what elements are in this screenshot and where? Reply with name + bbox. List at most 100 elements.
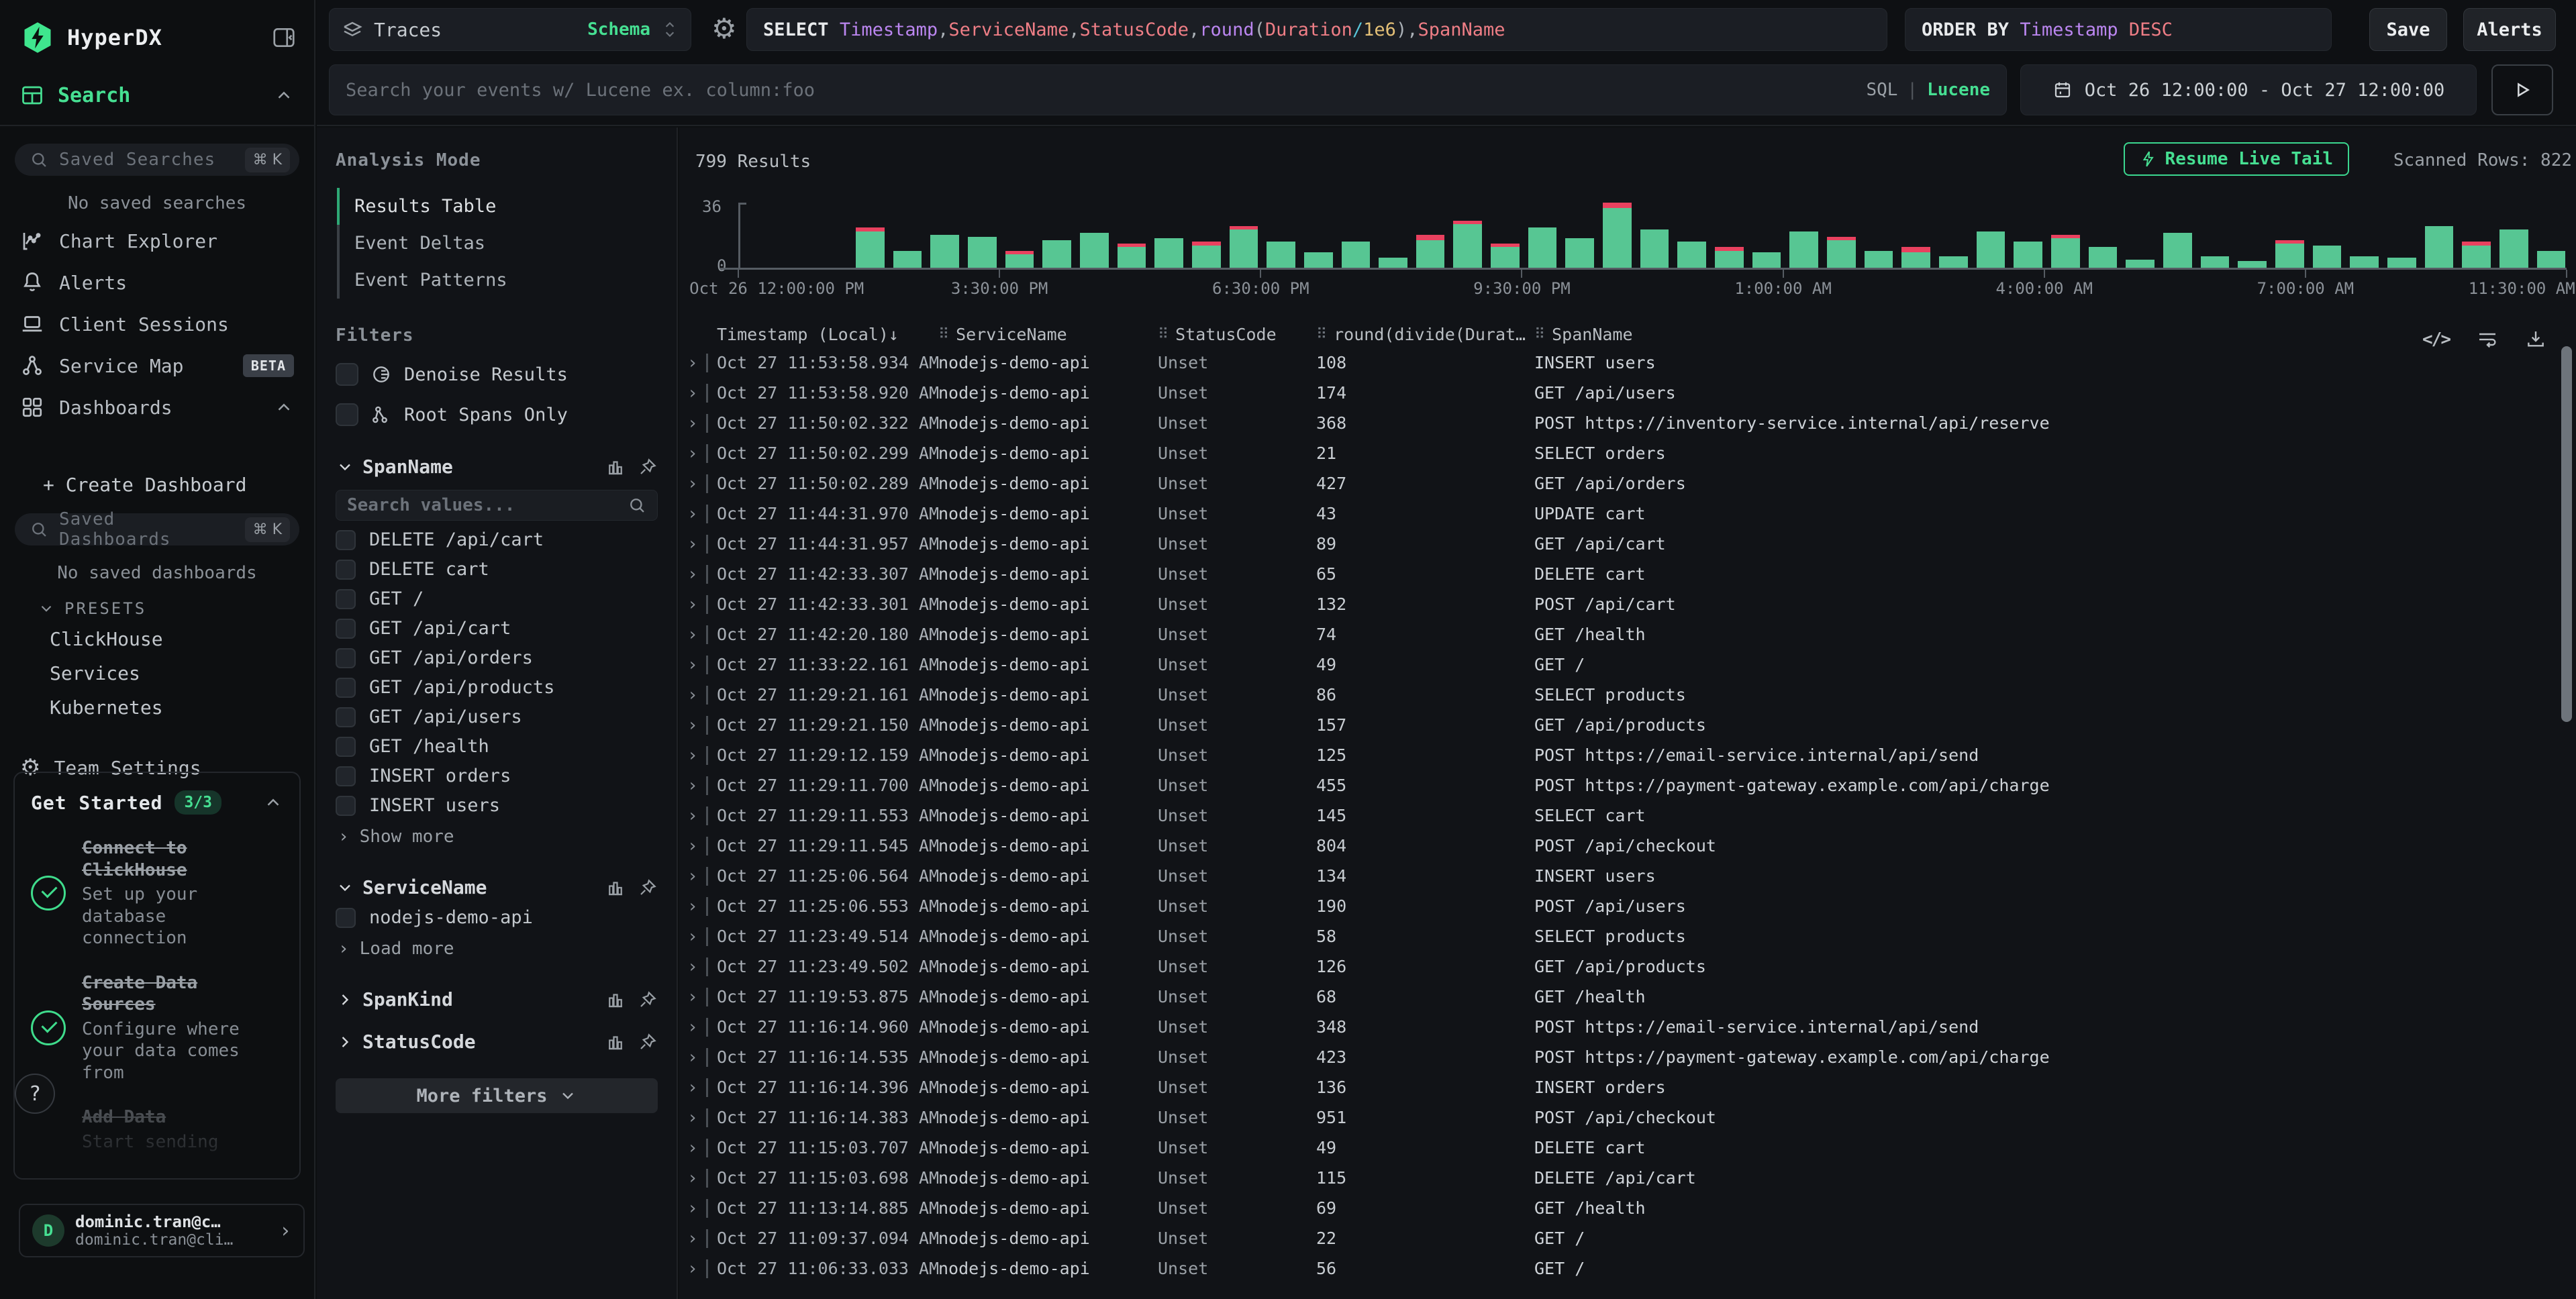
histogram-bar[interactable] [1715,247,1744,268]
filter-option[interactable]: GET /api/orders [336,647,658,668]
histogram-bar[interactable] [2014,242,2042,268]
table-row[interactable]: › Oct 27 11:50:02.322 AM nodejs-demo-api… [687,408,2556,438]
histogram-bar[interactable] [1042,240,1071,268]
expand-row-icon[interactable]: › [687,745,698,766]
histogram-bar[interactable] [1865,251,1893,268]
histogram-bar[interactable] [1827,237,1856,268]
sidebar-item-dashboards[interactable]: Dashboards [0,386,314,428]
chart-toggle-icon[interactable] [605,878,626,898]
histogram-bar[interactable] [1491,244,1520,268]
table-row[interactable]: › Oct 27 11:29:12.159 AM nodejs-demo-api… [687,740,2556,770]
expand-row-icon[interactable]: › [687,1017,698,1037]
expand-row-icon[interactable]: › [687,866,698,886]
table-row[interactable]: › Oct 27 11:15:03.698 AM nodejs-demo-api… [687,1163,2556,1193]
histogram-bar[interactable] [1640,229,1669,268]
histogram-bar[interactable] [1267,242,1295,268]
table-row[interactable]: › Oct 27 11:44:31.957 AM nodejs-demo-api… [687,529,2556,559]
table-row[interactable]: › Oct 27 11:29:11.553 AM nodejs-demo-api… [687,800,2556,831]
checkbox[interactable] [336,560,356,580]
histogram-bar[interactable] [930,235,959,268]
checkbox[interactable] [336,908,356,928]
drag-handle-icon[interactable]: ⠿ [938,326,949,343]
analysis-mode-event-patterns[interactable]: Event Patterns [337,262,658,299]
histogram-bar[interactable] [1977,231,2005,268]
checkbox[interactable] [336,530,356,550]
help-button[interactable]: ? [15,1074,55,1114]
histogram-bar[interactable] [2387,258,2416,268]
table-row[interactable]: › Oct 27 11:53:58.920 AM nodejs-demo-api… [687,378,2556,408]
expand-row-icon[interactable]: › [687,504,698,524]
expand-row-icon[interactable]: › [687,685,698,705]
table-row[interactable]: › Oct 27 11:25:06.553 AM nodejs-demo-api… [687,891,2556,921]
expand-row-icon[interactable]: › [687,1108,698,1128]
get-started-item[interactable]: Connect to ClickHouse Set up your databa… [31,837,283,949]
expand-row-icon[interactable]: › [687,353,698,373]
histogram-bar[interactable] [1603,203,1632,268]
expand-row-icon[interactable]: › [687,1047,698,1068]
sidebar-item-chart-explorer[interactable]: Chart Explorer [0,220,314,262]
filter-option[interactable]: INSERT users [336,795,658,816]
expand-row-icon[interactable]: › [687,474,698,494]
histogram-bar[interactable] [1752,252,1781,268]
pin-icon[interactable] [638,1032,658,1052]
expand-row-icon[interactable]: › [687,444,698,464]
expand-row-icon[interactable]: › [687,383,698,403]
show-more-link[interactable]: › Show more [336,827,658,847]
save-button[interactable]: Save [2369,8,2447,51]
expand-row-icon[interactable]: › [687,776,698,796]
create-dashboard-button[interactable]: + Create Dashboard [0,467,314,496]
more-filters-button[interactable]: More filters [336,1078,658,1113]
table-row[interactable]: › Oct 27 11:25:06.564 AM nodejs-demo-api… [687,861,2556,891]
table-row[interactable]: › Oct 27 11:29:21.150 AM nodejs-demo-api… [687,710,2556,740]
filter-option[interactable]: GET /api/cart [336,618,658,639]
events-histogram[interactable] [738,203,2567,268]
histogram-bar[interactable] [1453,221,1482,268]
histogram-bar[interactable] [1304,252,1333,268]
expand-row-icon[interactable]: › [687,625,698,645]
histogram-bar[interactable] [1342,242,1371,268]
filter-option[interactable]: nodejs-demo-api [336,907,658,928]
checkbox[interactable] [336,648,356,668]
filter-option[interactable]: INSERT orders [336,766,658,786]
table-row[interactable]: › Oct 27 11:33:22.161 AM nodejs-demo-api… [687,650,2556,680]
expand-row-icon[interactable]: › [687,1168,698,1188]
table-row[interactable]: › Oct 27 11:23:49.502 AM nodejs-demo-api… [687,951,2556,982]
root-spans-toggle[interactable]: Root Spans Only [336,403,658,426]
gear-icon[interactable]: ⚙ [711,12,737,45]
checkbox[interactable] [336,589,356,609]
expand-row-icon[interactable]: › [687,594,698,615]
order-by-input[interactable]: ORDER BY Timestamp DESC [1905,8,2332,51]
histogram-bar[interactable] [2089,247,2118,268]
load-more-link[interactable]: › Load more [336,939,658,959]
expand-row-icon[interactable]: › [687,1229,698,1249]
histogram-bar[interactable] [1416,235,1445,268]
histogram-bar[interactable] [2537,251,2566,268]
checkbox[interactable] [336,619,356,639]
chart-toggle-icon[interactable] [605,990,626,1010]
table-row[interactable]: › Oct 27 11:16:14.396 AM nodejs-demo-api… [687,1072,2556,1102]
source-select[interactable]: Traces Schema [329,8,691,51]
table-row[interactable]: › Oct 27 11:44:31.970 AM nodejs-demo-api… [687,499,2556,529]
checkbox[interactable] [336,737,356,757]
expand-row-icon[interactable]: › [687,1259,698,1279]
scrollbar-thumb[interactable] [2561,346,2572,722]
saved-searches-input[interactable]: Saved Searches ⌘ K [15,144,299,176]
histogram-bar[interactable] [1118,244,1146,268]
filter-option[interactable]: DELETE cart [336,559,658,580]
histogram-bar[interactable] [2350,256,2379,268]
expand-row-icon[interactable]: › [687,564,698,584]
analysis-mode-results-table[interactable]: Results Table [337,188,658,225]
histogram-bar[interactable] [893,251,922,268]
chevron-up-icon[interactable] [274,85,294,105]
pin-icon[interactable] [638,457,658,477]
preset-clickhouse[interactable]: ClickHouse [0,622,314,656]
event-search-input[interactable]: Search your events w/ Lucene ex. column:… [329,64,2007,115]
table-row[interactable]: › Oct 27 11:50:02.289 AM nodejs-demo-api… [687,468,2556,499]
checkbox[interactable] [336,766,356,786]
get-started-item[interactable]: Create Data Sources Configure where your… [31,972,283,1084]
spanname-value-search-input[interactable]: Search values... [336,490,658,521]
histogram-bar[interactable] [968,237,997,269]
table-row[interactable]: › Oct 27 11:42:33.307 AM nodejs-demo-api… [687,559,2556,589]
filter-group-spanname[interactable]: SpanName [336,456,658,478]
histogram-bar[interactable] [2051,235,2080,268]
